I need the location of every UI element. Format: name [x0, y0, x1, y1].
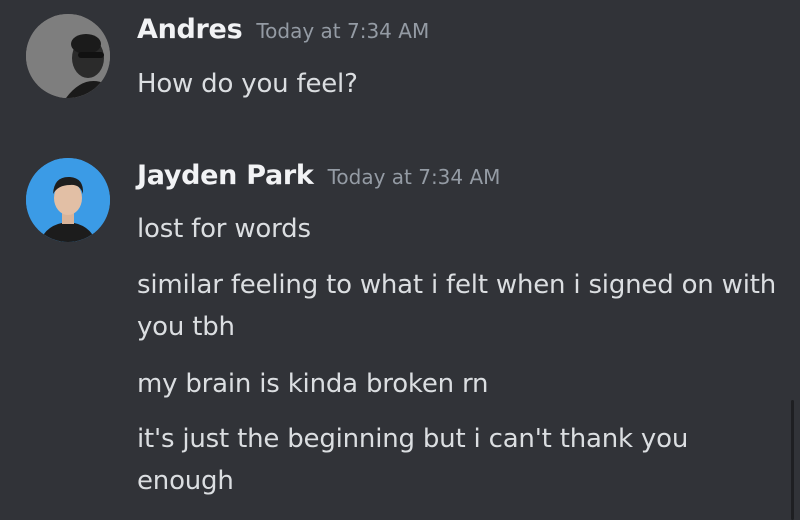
timestamp: Today at 7:34 AM [327, 165, 501, 189]
message-header: Jayden Park Today at 7:34 AM [137, 160, 500, 191]
message-jayden-park: Jayden Park Today at 7:34 AM lost for wor… [0, 150, 790, 520]
user-avatar-icon [26, 14, 110, 98]
message-text: it's just the beginning but i can't than… [137, 424, 689, 496]
username[interactable]: Jayden Park [137, 160, 314, 191]
user-avatar-icon [26, 158, 110, 242]
message-text: How do you feel? [137, 69, 358, 99]
message-header: Andres Today at 7:34 AM [137, 14, 429, 45]
scrollbar[interactable] [791, 400, 794, 520]
timestamp: Today at 7:34 AM [256, 19, 430, 43]
message-text: my brain is kinda broken rn [137, 369, 489, 399]
message-andres: Andres Today at 7:34 AM How do you feel? [0, 0, 790, 120]
username[interactable]: Andres [137, 14, 243, 45]
avatar-andres[interactable] [26, 14, 110, 98]
avatar-jayden-park[interactable] [26, 158, 110, 242]
message-text: similar feeling to what i felt when i si… [137, 270, 776, 342]
message-text: lost for words [137, 214, 311, 244]
